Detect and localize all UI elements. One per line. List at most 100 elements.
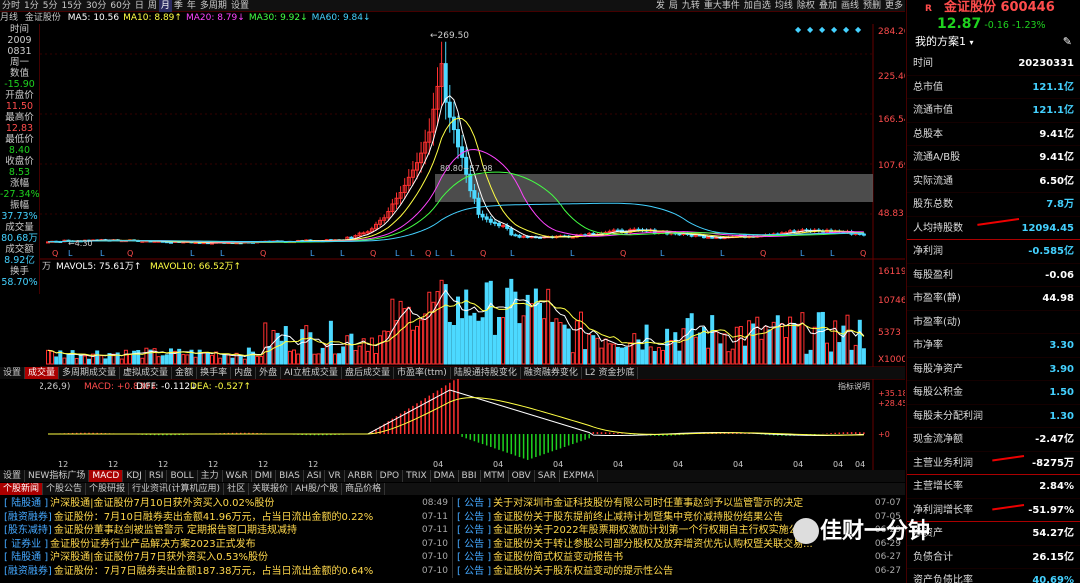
indicator-tab[interactable]: KDJ bbox=[123, 470, 146, 482]
indicator-tab[interactable]: 多周期成交量 bbox=[59, 367, 121, 379]
news-item[interactable]: [融资融券] 金证股份：7月7日融券卖出金额187.38万元，占当日流出金额的0.… bbox=[0, 565, 452, 579]
news-item[interactable]: [ 陆股通 ] 沪深股通|金证股份7月7日获外资买入0.53%股份 07-10 bbox=[0, 551, 452, 565]
candle-body bbox=[492, 221, 497, 224]
news-item[interactable]: [ 公告 ] 关于对深圳市金证科技股份有限公司时任董事赵剑予以监管警示的决定 07-… bbox=[453, 497, 905, 511]
period-tab[interactable]: 设置 bbox=[229, 0, 251, 12]
period-tab[interactable]: 周 bbox=[146, 0, 159, 12]
indicator-tab[interactable]: ARBR bbox=[345, 470, 377, 482]
indicator-tab[interactable]: DPO bbox=[377, 470, 404, 482]
volume-bar bbox=[443, 284, 448, 365]
indicator-tab[interactable]: 融资融券变化 bbox=[521, 367, 582, 379]
news-item[interactable]: [ 公告 ] 金证股份简式权益变动报告书 06-27 bbox=[453, 551, 905, 565]
indicator-tab[interactable]: DMA bbox=[431, 470, 459, 482]
volume-bar bbox=[677, 350, 682, 365]
news-item[interactable]: [ 证券业 ] 金证股份证券行业产品解决方案2023正式发布 07-10 bbox=[0, 538, 452, 552]
period-tab[interactable]: 分时 bbox=[0, 0, 22, 12]
indicator-explain-button[interactable]: 指标说明 bbox=[838, 381, 870, 391]
edit-icon[interactable]: ✎ bbox=[1063, 32, 1072, 52]
indicator-tab[interactable]: 外盘 bbox=[256, 367, 282, 379]
toolbar-button[interactable]: 局 bbox=[667, 0, 680, 12]
indicator-tab[interactable]: BBI bbox=[459, 470, 481, 482]
indicator-tab[interactable]: 市盈率(ttm) bbox=[394, 367, 451, 379]
info-line: 58.70% bbox=[1, 277, 38, 288]
indicator-tab[interactable]: BOLL bbox=[167, 470, 198, 482]
indicator-tab[interactable]: MACD bbox=[89, 470, 124, 482]
indicator-tab[interactable]: VR bbox=[325, 470, 345, 482]
toolbar-button[interactable]: 重大事件 bbox=[702, 0, 742, 12]
volume-bar bbox=[468, 315, 473, 365]
indicator-tab[interactable]: 关联报价 bbox=[249, 483, 293, 495]
candle-body bbox=[443, 63, 448, 103]
indicator-tab[interactable]: 社区 bbox=[224, 483, 250, 495]
toolbar-button[interactable]: 加自选 bbox=[742, 0, 773, 12]
toolbar-button[interactable]: 更多 bbox=[883, 0, 905, 12]
period-tab[interactable]: 日 bbox=[133, 0, 146, 12]
indicator-tab[interactable]: 内盘 bbox=[231, 367, 257, 379]
indicator-tab[interactable]: 成交量 bbox=[25, 367, 60, 379]
period-tab[interactable]: 多周期 bbox=[198, 0, 229, 12]
period-tab[interactable]: 月 bbox=[158, 0, 172, 12]
indicator-tab[interactable]: EXPMA bbox=[560, 470, 599, 482]
toolbar-button[interactable]: 均线 bbox=[773, 0, 795, 12]
event-marker: Q bbox=[425, 249, 431, 258]
indicator-tab[interactable]: 陆股通持股变化 bbox=[451, 367, 521, 379]
indicator-tab[interactable]: SAR bbox=[535, 470, 561, 482]
indicator-tab[interactable]: 盘后成交量 bbox=[342, 367, 394, 379]
period-tab[interactable]: 1分 bbox=[22, 0, 41, 12]
volume-bar bbox=[517, 323, 522, 365]
indicator-tab[interactable]: TRIX bbox=[403, 470, 431, 482]
indicator-tab[interactable]: NEW指标广场 bbox=[25, 470, 90, 482]
news-item[interactable]: [ 公告 ] 金证股份关于股东权益变动的提示性公告 06-27 bbox=[453, 565, 905, 579]
toolbar-button[interactable]: 除权 bbox=[795, 0, 817, 12]
indicator-tab[interactable]: L2 资金抄底 bbox=[582, 367, 639, 379]
indicator-tab[interactable]: W&R bbox=[223, 470, 252, 482]
plan-selector[interactable]: 我的方案1 ▾ ✎ bbox=[907, 32, 1080, 52]
macd-tick-label: +0 bbox=[878, 430, 890, 439]
indicator-tab[interactable]: 个股公告 bbox=[43, 483, 87, 495]
indicator-tab[interactable]: RSI bbox=[146, 470, 168, 482]
period-tab[interactable]: 15分 bbox=[59, 0, 83, 12]
news-item[interactable]: [融资融券] 金证股份：7月10日融券卖出金额41.96万元，占当日流出金额的0.… bbox=[0, 511, 452, 525]
indicator-tab[interactable]: MTM bbox=[481, 470, 509, 482]
volume-bar bbox=[300, 329, 305, 365]
indicator-tab[interactable]: 设置 bbox=[0, 470, 26, 482]
indicator-tab[interactable]: 个股研报 bbox=[86, 483, 130, 495]
info-line: 数值 bbox=[9, 68, 29, 79]
toolbar-button[interactable]: 发 bbox=[654, 0, 667, 12]
indicator-tab[interactable]: 金额 bbox=[172, 367, 198, 379]
indicator-tab[interactable]: OBV bbox=[509, 470, 535, 482]
toolbar-button[interactable]: 画线 bbox=[839, 0, 861, 12]
indicator-tab[interactable]: 设置 bbox=[0, 367, 26, 379]
fundamental-label: 主营业务利润 bbox=[913, 457, 973, 469]
indicator-tab[interactable]: 个股新闻 bbox=[0, 483, 44, 495]
volume-tick-label: 5373 bbox=[878, 328, 901, 338]
volume-bar bbox=[164, 354, 169, 365]
indicator-tab[interactable]: 商品价格 bbox=[342, 483, 386, 495]
chart-period-label: 月线 bbox=[0, 13, 19, 23]
volume-bar bbox=[54, 356, 59, 365]
fundamental-label: 人均持股数 bbox=[913, 222, 963, 234]
period-tab[interactable]: 60分 bbox=[108, 0, 132, 12]
volume-bar bbox=[710, 315, 715, 365]
indicator-tab[interactable]: 换手率 bbox=[197, 367, 232, 379]
toolbar-button[interactable]: 九转 bbox=[680, 0, 702, 12]
period-tab[interactable]: 5分 bbox=[41, 0, 60, 12]
kline-chart[interactable]: 284.26 225.40 166.54 107.69 48.83 ←269.50 80.8… bbox=[2, 24, 910, 470]
period-tab[interactable]: 年 bbox=[185, 0, 198, 12]
indicator-tab[interactable]: AH股/个股 bbox=[292, 483, 343, 495]
indicator-tab[interactable]: ASI bbox=[304, 470, 326, 482]
news-tag: [ 公告 ] bbox=[457, 498, 492, 509]
indicator-tab[interactable]: BIAS bbox=[276, 470, 304, 482]
toolbar-button[interactable]: 预删 bbox=[861, 0, 883, 12]
indicator-tab[interactable]: AI立桩成交量 bbox=[281, 367, 342, 379]
indicator-tab[interactable]: DMI bbox=[252, 470, 277, 482]
news-item[interactable]: [ 陆股通 ] 沪深股通|金证股份7月10日获外资买入0.02%股份 08:49 bbox=[0, 497, 452, 511]
indicator-tab[interactable]: 虚拟成交量 bbox=[120, 367, 173, 379]
indicator-tab[interactable]: 主力 bbox=[198, 470, 223, 482]
period-tab[interactable]: 季 bbox=[172, 0, 185, 12]
news-item[interactable]: [股东减持] 金证股份董事赵剑被监管警示 定期报告窗口期违规减持 07-11 bbox=[0, 524, 452, 538]
period-tab[interactable]: 30分 bbox=[84, 0, 108, 12]
indicator-tab[interactable]: 行业资讯(计算机应用) bbox=[129, 483, 225, 495]
toolbar-button[interactable]: 叠加 bbox=[817, 0, 839, 12]
event-diamond-icon: ◆ bbox=[855, 25, 862, 34]
